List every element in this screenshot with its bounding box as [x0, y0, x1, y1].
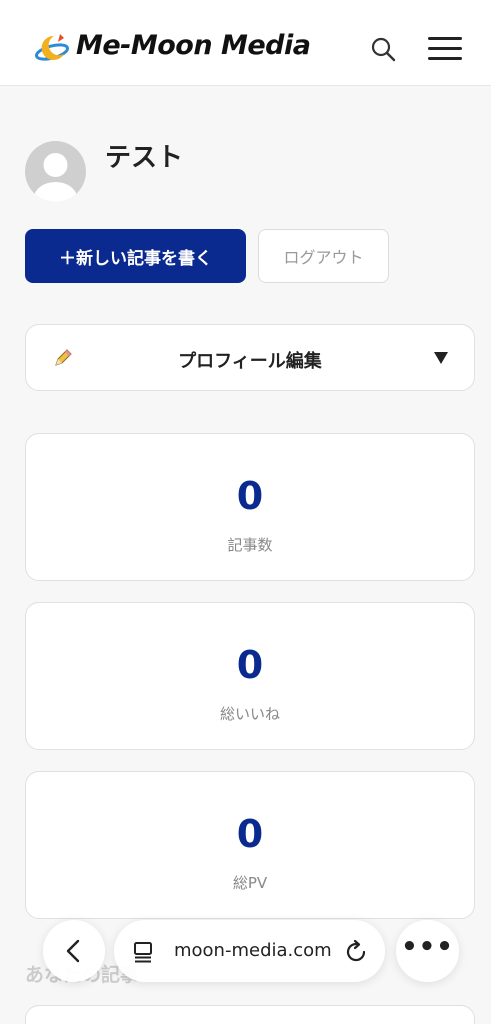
dropdown-triangle-icon	[434, 352, 448, 364]
profile-edit-label: プロフィール編集	[178, 351, 322, 372]
tabs-icon[interactable]	[132, 940, 156, 964]
more-button[interactable]: •••	[396, 920, 459, 982]
back-button[interactable]	[43, 920, 105, 982]
stat-label: 総PV	[232, 874, 268, 892]
more-icon: •••	[401, 932, 454, 962]
stat-card-likes: 0 総いいね	[25, 602, 475, 750]
browser-toolbar: moon-media.com •••	[0, 915, 491, 995]
back-icon	[66, 939, 80, 963]
hamburger-menu-icon[interactable]	[428, 37, 462, 61]
stat-card-pageviews: 0 総PV	[25, 771, 475, 919]
default-avatar-icon	[33, 153, 78, 202]
reload-icon[interactable]	[343, 939, 369, 965]
logout-button[interactable]: ログアウト	[258, 229, 389, 283]
article-card	[25, 1005, 475, 1024]
stat-value: 0	[236, 812, 264, 856]
stat-card-articles: 0 記事数	[25, 433, 475, 581]
stat-label: 記事数	[227, 536, 273, 554]
stat-value: 0	[236, 643, 264, 687]
stat-label: 総いいね	[219, 705, 280, 723]
moon-logo-icon[interactable]	[34, 30, 74, 66]
site-header: Me-Moon Media	[0, 0, 491, 86]
username: テスト	[105, 143, 184, 173]
avatar	[25, 141, 86, 202]
stat-value: 0	[236, 474, 264, 518]
address-bar[interactable]: moon-media.com	[114, 920, 385, 982]
new-post-button[interactable]: ＋新しい記事を書く	[25, 229, 246, 283]
search-icon[interactable]	[370, 36, 396, 62]
profile-edit-toggle[interactable]: プロフィール編集	[25, 324, 475, 391]
url-text: moon-media.com	[174, 940, 332, 961]
logo-text[interactable]: Me-Moon Media	[76, 30, 311, 61]
